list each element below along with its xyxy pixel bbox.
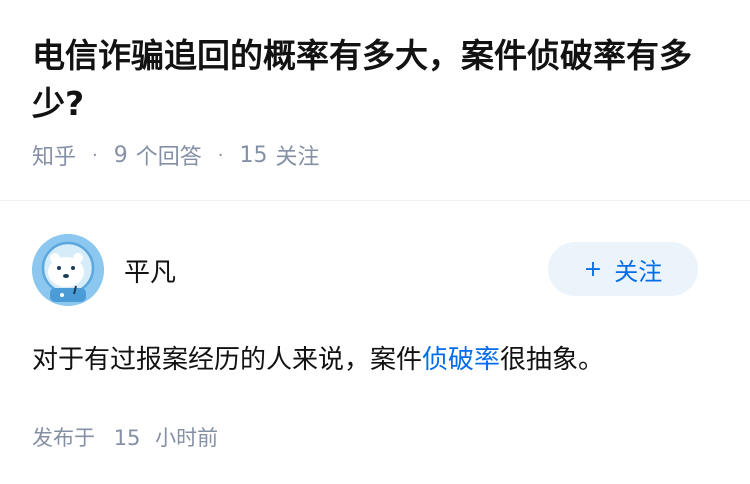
answer-keyword-link[interactable]: 侦破率 bbox=[422, 345, 500, 375]
follow-count-label: 关注 bbox=[275, 145, 320, 170]
question-header: 电信诈骗追回的概率有多大，案件侦破率有多少? 知乎 · 9 个回答 · 15 关… bbox=[0, 0, 750, 170]
question-meta: 知乎 · 9 个回答 · 15 关注 bbox=[32, 139, 718, 171]
meta-separator: · bbox=[217, 144, 224, 166]
answer-count-label[interactable]: 个回答 bbox=[136, 139, 202, 171]
author-name[interactable]: 平凡 bbox=[124, 252, 176, 289]
question-title[interactable]: 电信诈骗追回的概率有多大，案件侦破率有多少? bbox=[32, 32, 722, 128]
author-row: 平凡 + 关注 bbox=[32, 234, 718, 306]
plus-icon: + bbox=[583, 256, 603, 282]
publish-time-unit: 小时前 bbox=[155, 426, 219, 450]
polar-bear-avatar-icon bbox=[32, 234, 104, 306]
publish-time: 发布于 15 小时前 bbox=[32, 422, 718, 452]
section-divider bbox=[0, 200, 750, 201]
meta-separator: · bbox=[92, 144, 98, 166]
answer-text-after: 很抽象。 bbox=[500, 345, 605, 375]
answer-card: 平凡 + 关注 对于有过报案经历的人来说，案件侦破率很抽象。 发布于 15 小时… bbox=[32, 234, 718, 452]
answer-text-before: 对于有过报案经历的人来说，案件 bbox=[32, 345, 423, 375]
publish-time-prefix: 发布于 bbox=[32, 426, 95, 450]
publish-time-value: 15 bbox=[113, 426, 141, 450]
follow-button[interactable]: + 关注 bbox=[548, 242, 698, 296]
follow-button-label: 关注 bbox=[614, 257, 663, 286]
avatar[interactable] bbox=[32, 234, 104, 306]
answer-excerpt[interactable]: 对于有过报案经历的人来说，案件侦破率很抽象。 bbox=[32, 340, 718, 380]
answer-count: 9 bbox=[113, 142, 128, 168]
follow-count: 15 bbox=[239, 142, 268, 168]
source-label[interactable]: 知乎 bbox=[32, 139, 76, 171]
